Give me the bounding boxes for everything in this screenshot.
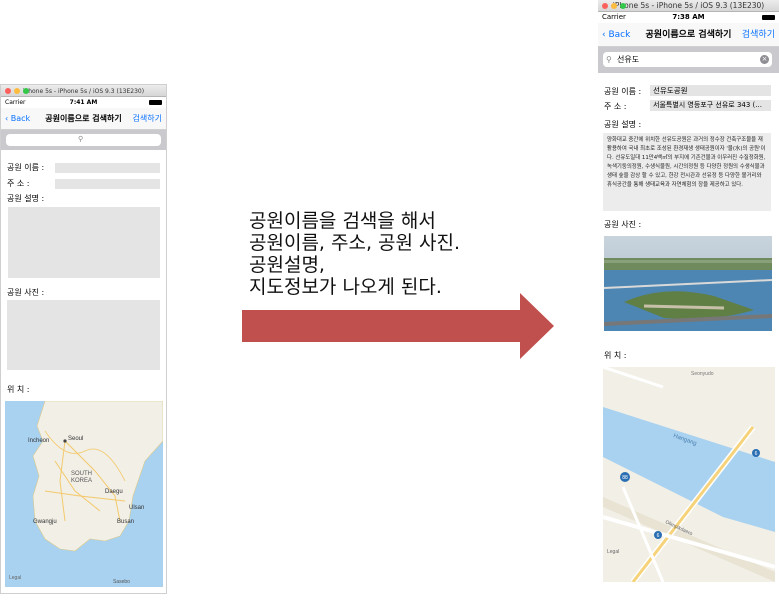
- right-arrow-icon: [242, 293, 554, 359]
- back-label: Back: [10, 114, 31, 123]
- address-label: 주 소 :: [7, 179, 30, 188]
- map-label-daegu: Daegu: [105, 489, 123, 495]
- park-name-field: [55, 163, 160, 173]
- minimize-window-button[interactable]: [611, 3, 617, 9]
- back-label: Back: [608, 30, 631, 40]
- search-icon: ⚲: [606, 55, 612, 64]
- search-value: 선유도: [617, 55, 640, 64]
- map-legal-link[interactable]: Legal: [607, 549, 619, 555]
- navigation-bar: ‹ Back 공원이름으로 검색하기 검색하기: [598, 23, 779, 47]
- park-photo: [604, 236, 772, 331]
- window-titlebar: iPhone 5s - iPhone 5s / iOS 9.3 (13E230): [598, 0, 779, 12]
- simulator-window-empty: iPhone 5s - iPhone 5s / iOS 9.3 (13E230)…: [0, 84, 167, 594]
- search-icon: ⚲: [78, 135, 84, 143]
- park-name-label: 공원 이름 :: [604, 87, 642, 96]
- caption-line: 공원이름을 검색을 해서: [249, 210, 436, 232]
- map-label-ulsan: Ulsan: [129, 505, 144, 511]
- map-label-seoul: Seoul: [68, 436, 83, 442]
- simulator-window-result: iPhone 5s - iPhone 5s / iOS 9.3 (13E230)…: [598, 0, 779, 601]
- search-input[interactable]: ⚲ 선유도 ×: [603, 52, 772, 67]
- route-badge-icon: 6: [755, 451, 758, 457]
- close-window-button[interactable]: [602, 3, 608, 9]
- map-label-busan: Busan: [117, 519, 134, 525]
- battery-icon: [149, 100, 162, 105]
- road-badge-icon: 88: [622, 475, 628, 481]
- map-label-south-korea: SOUTH KOREA: [71, 471, 92, 484]
- photo-label: 공원 사진 :: [7, 288, 45, 297]
- map-label-sasebo: Sasebo: [113, 579, 130, 585]
- address-label: 주 소 :: [604, 102, 627, 111]
- nav-title: 공원이름으로 검색하기: [45, 114, 122, 123]
- clock: 7:38 AM: [672, 13, 705, 21]
- location-label: 위 치 :: [604, 351, 627, 360]
- park-name-field: 선유도공원: [650, 85, 771, 96]
- search-input[interactable]: ⚲: [6, 134, 161, 146]
- window-title: iPhone 5s - iPhone 5s / iOS 9.3 (13E230): [22, 88, 145, 95]
- map-legal-link[interactable]: Legal: [9, 575, 21, 581]
- search-bar: ⚲ 선유도 ×: [598, 47, 779, 73]
- search-button[interactable]: 검색하기: [133, 108, 162, 130]
- zoom-window-button[interactable]: [620, 3, 626, 9]
- search-bar: ⚲: [1, 130, 166, 150]
- minimize-window-button[interactable]: [14, 88, 20, 94]
- map-view[interactable]: 88 6 6 Seonyudo Hangang Olimpikdaero Leg…: [603, 367, 775, 582]
- description-field: [8, 207, 160, 278]
- close-window-button[interactable]: [5, 88, 11, 94]
- caption: 공원이름을 검색을 해서 공원이름, 주소, 공원 사진. 공원설명, 지도정보…: [249, 210, 460, 298]
- map-label-incheon: Incheon: [28, 438, 49, 444]
- map-label-gwangju: Gwangju: [33, 519, 57, 525]
- search-button[interactable]: 검색하기: [742, 23, 775, 47]
- window-title: iPhone 5s - iPhone 5s / iOS 9.3 (13E230): [612, 1, 765, 10]
- park-name-label: 공원 이름 :: [7, 163, 45, 172]
- back-button[interactable]: ‹ Back: [5, 108, 30, 130]
- nav-title: 공원이름으로 검색하기: [645, 30, 732, 40]
- route-badge-icon: 6: [657, 533, 660, 539]
- status-bar: Carrier 7:41 AM: [1, 97, 166, 108]
- map-label-seonyudo: Seonyudo: [691, 371, 714, 377]
- location-label: 위 치 :: [7, 385, 30, 394]
- map-view[interactable]: Incheon Seoul SOUTH KOREA Daegu Gwangju B…: [5, 401, 163, 587]
- address-field: [55, 179, 160, 189]
- zoom-window-button[interactable]: [23, 88, 29, 94]
- caption-line: 공원이름, 주소, 공원 사진.: [249, 232, 461, 254]
- back-button[interactable]: ‹ Back: [602, 23, 630, 47]
- caption-line: 공원설명,: [249, 254, 325, 276]
- park-photo: [7, 300, 160, 370]
- status-bar: Carrier 7:38 AM: [598, 12, 779, 23]
- battery-icon: [762, 15, 775, 20]
- description-label: 공원 설명 :: [604, 120, 642, 129]
- clock: 7:41 AM: [69, 99, 98, 106]
- window-titlebar: iPhone 5s - iPhone 5s / iOS 9.3 (13E230): [1, 85, 166, 97]
- navigation-bar: ‹ Back 공원이름으로 검색하기 검색하기: [1, 108, 166, 130]
- clear-search-icon[interactable]: ×: [760, 55, 769, 64]
- photo-label: 공원 사진 :: [604, 220, 642, 229]
- address-field: 서울특별시 영등포구 선유로 343 (...: [650, 100, 771, 111]
- description-field: 양화대교 중간에 위치한 선유도공원은 과거의 정수장 건축구조물을 재활용하여…: [603, 133, 771, 211]
- description-label: 공원 설명 :: [7, 194, 45, 203]
